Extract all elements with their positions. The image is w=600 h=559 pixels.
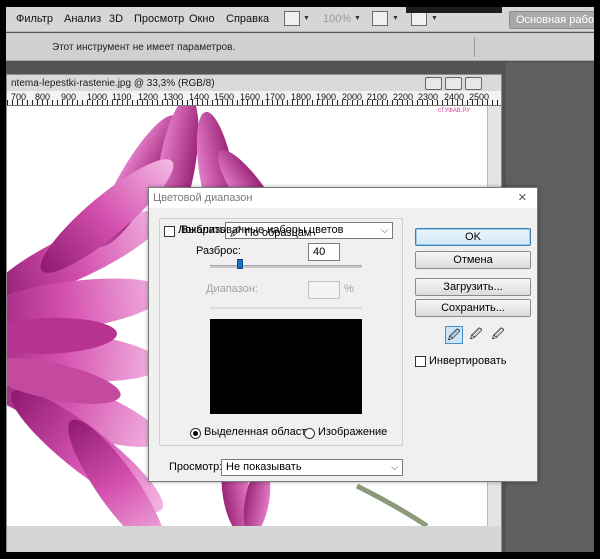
menu-help[interactable]: Справка [226, 13, 269, 25]
preview-value: Не показывать [226, 461, 302, 473]
ruler-label: 1700 [265, 92, 286, 102]
invert-checkbox[interactable] [415, 356, 426, 367]
dialog-titlebar[interactable]: Цветовой диапазон × [149, 188, 537, 208]
ruler-label: 800 [35, 92, 51, 102]
screen-mode-icon[interactable] [411, 11, 427, 26]
selection-radio-label: Выделенная область [204, 426, 312, 438]
invert-label: Инвертировать [429, 355, 507, 367]
localized-label: Локализованные наборы цветов [178, 224, 344, 236]
divider [474, 37, 475, 57]
ruler-label: 1900 [316, 92, 337, 102]
eyedropper-icon[interactable]: 🖉 [445, 326, 463, 344]
status-bar [7, 526, 501, 552]
minimize-icon[interactable] [425, 77, 442, 90]
range-slider-track[interactable] [210, 307, 362, 309]
fuzziness-slider-thumb[interactable] [237, 259, 244, 269]
photoshop-window: Фильтр Анализ 3D Просмотр Окно Справка ▼… [6, 7, 594, 552]
ruler-label: 900 [61, 92, 77, 102]
ruler-label: 1300 [163, 92, 184, 102]
ruler-label: 2200 [393, 92, 414, 102]
ruler-label: 1600 [240, 92, 261, 102]
fuzziness-slider-track[interactable] [210, 265, 362, 268]
chevron-down-icon[interactable]: ▼ [354, 15, 361, 22]
chevron-down-icon[interactable]: ▼ [303, 15, 310, 22]
arrange-documents-icon[interactable] [372, 11, 388, 26]
close-icon[interactable] [465, 77, 482, 90]
menu-bar: Фильтр Анализ 3D Просмотр Окно Справка ▼… [6, 7, 594, 32]
options-bar: Этот инструмент не имеет параметров. [6, 33, 594, 61]
ruler-label: 1400 [189, 92, 210, 102]
ruler-label: 1200 [138, 92, 159, 102]
save-button[interactable]: Сохранить... [415, 299, 531, 317]
range-input[interactable] [308, 281, 340, 299]
chevron-down-icon[interactable]: ▼ [392, 15, 399, 22]
ruler-label: 1000 [87, 92, 108, 102]
range-label: Диапазон: [206, 283, 258, 295]
menu-window[interactable]: Окно [189, 13, 215, 25]
ok-button[interactable]: OK [415, 228, 531, 246]
close-icon[interactable]: × [518, 189, 527, 206]
range-percent: % [344, 283, 354, 295]
image-radio-label: Изображение [318, 426, 388, 438]
cancel-button[interactable]: Отмена [415, 251, 531, 269]
watermark: сТУФАВ.РУ [438, 108, 471, 114]
options-message: Этот инструмент не имеет параметров. [52, 42, 236, 53]
chevron-down-icon[interactable]: ▼ [431, 15, 438, 22]
horizontal-ruler: 700 800 900 1000 1100 1200 1300 1400 150… [7, 91, 501, 106]
fuzziness-label: Разброс: [196, 245, 241, 257]
ruler-label: 2500 [469, 92, 490, 102]
ruler-label: 2400 [444, 92, 465, 102]
document-title[interactable]: ntema-lepestki-rastenie.jpg @ 33,3% (RGB… [11, 78, 215, 89]
image-radio[interactable] [304, 428, 315, 439]
workspace-button[interactable]: Основная рабоч [509, 11, 594, 29]
ruler-label: 2100 [367, 92, 388, 102]
extras-icon[interactable] [284, 11, 300, 26]
color-range-dialog: Цветовой диапазон × Выбрать: 🖉 По образц… [148, 187, 538, 482]
load-button[interactable]: Загрузить... [415, 278, 531, 296]
ruler-label: 2300 [418, 92, 439, 102]
options-group: Локализованные наборы цветов Разброс: 40… [159, 218, 403, 446]
selection-preview [210, 319, 362, 414]
menu-3d[interactable]: 3D [109, 13, 123, 25]
preview-dropdown[interactable]: Не показывать ⌵ [221, 459, 403, 476]
selection-radio[interactable] [190, 428, 201, 439]
fuzziness-input[interactable]: 40 [308, 243, 340, 261]
top-strip [406, 7, 502, 13]
zoom-level[interactable]: 100% [323, 13, 351, 25]
ruler-label: 2000 [342, 92, 363, 102]
menu-analysis[interactable]: Анализ [64, 13, 101, 25]
menu-filter[interactable]: Фильтр [16, 13, 53, 25]
ruler-label: 700 [11, 92, 27, 102]
localized-checkbox[interactable] [164, 226, 175, 237]
menu-view[interactable]: Просмотр [134, 13, 184, 25]
eyedropper-plus-icon[interactable]: 🖉 [467, 326, 485, 344]
ruler-label: 1100 [112, 92, 132, 102]
dialog-title: Цветовой диапазон [153, 192, 253, 204]
preview-label: Просмотр: [169, 461, 223, 473]
ruler-label: 1500 [214, 92, 235, 102]
ruler-label: 1800 [291, 92, 312, 102]
chevron-down-icon: ⌵ [391, 462, 398, 472]
eyedropper-minus-icon[interactable]: 🖉 [489, 326, 507, 344]
maximize-icon[interactable] [445, 77, 462, 90]
